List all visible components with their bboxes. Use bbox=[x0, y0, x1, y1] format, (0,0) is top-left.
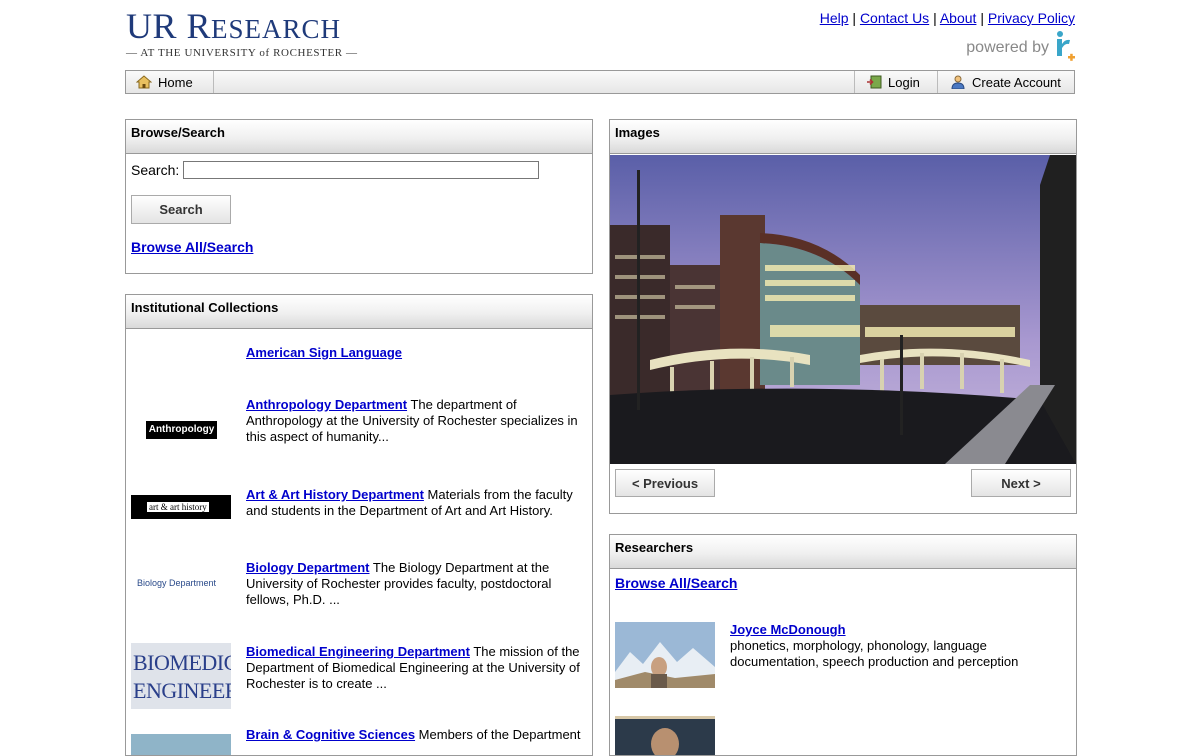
help-link[interactable]: Help bbox=[820, 10, 849, 26]
collection-link[interactable]: Biomedical Engineering Department bbox=[246, 644, 470, 659]
powered-by: powered by bbox=[966, 30, 1075, 66]
about-link[interactable]: About bbox=[940, 10, 977, 26]
researcher-desc: phonetics, morphology, phonology, langua… bbox=[730, 638, 1019, 669]
home-button[interactable]: Home bbox=[136, 71, 214, 93]
previous-button[interactable]: < Previous bbox=[615, 469, 715, 497]
logo-title: UR RESEARCH bbox=[126, 6, 342, 46]
collection-link[interactable]: Anthropology Department bbox=[246, 397, 407, 412]
top-links: Help | Contact Us | About | Privacy Poli… bbox=[819, 10, 1075, 26]
home-icon bbox=[136, 75, 152, 89]
collection-thumbnail[interactable] bbox=[131, 734, 231, 755]
art-thumb-text: art & art history bbox=[147, 502, 209, 512]
biomedical-thumb-text: BIOMEDICAL ENGINEERING bbox=[133, 650, 231, 703]
search-input[interactable] bbox=[183, 161, 540, 179]
images-panel: Images < Previous Next > bbox=[609, 119, 1077, 514]
collection-link[interactable]: Art & Art History Department bbox=[246, 487, 424, 502]
user-icon bbox=[951, 75, 965, 89]
privacy-policy-link[interactable]: Privacy Policy bbox=[988, 10, 1075, 26]
researcher-name-link[interactable]: Joyce McDonough bbox=[730, 622, 846, 637]
collection-link[interactable]: American Sign Language bbox=[246, 345, 402, 360]
institutional-collections-panel: Institutional Collections American Sign … bbox=[125, 294, 593, 756]
irplus-logo-icon bbox=[1057, 31, 1075, 61]
create-account-label: Create Account bbox=[972, 74, 1061, 90]
collection-thumbnail[interactable]: Biology Department bbox=[131, 576, 231, 594]
contact-us-link[interactable]: Contact Us bbox=[860, 10, 929, 26]
researchers-title: Researchers bbox=[610, 535, 1076, 569]
researchers-browse-all-link[interactable]: Browse All/Search bbox=[615, 575, 737, 591]
login-button[interactable]: Login bbox=[854, 71, 938, 93]
search-label: Search: bbox=[131, 162, 180, 178]
biology-thumb-text: Biology Department bbox=[137, 578, 217, 588]
login-label: Login bbox=[888, 74, 920, 90]
search-row: Search: bbox=[131, 161, 540, 179]
browse-search-title: Browse/Search bbox=[126, 120, 592, 154]
collection-thumbnail[interactable]: BIOMEDICAL ENGINEERING bbox=[131, 643, 231, 709]
nav-bar: Home Login Create Account bbox=[125, 70, 1075, 94]
ur-research-logo[interactable]: UR RESEARCH — AT THE UNIVERSITY of ROCHE… bbox=[126, 6, 358, 59]
home-label: Home bbox=[158, 74, 193, 90]
collection-thumbnail[interactable]: art & art history bbox=[131, 495, 231, 519]
anthropology-thumb-text: Anthropology bbox=[148, 424, 215, 435]
browse-all-link[interactable]: Browse All/Search bbox=[131, 239, 253, 255]
images-title: Images bbox=[610, 120, 1076, 154]
create-account-button[interactable]: Create Account bbox=[937, 71, 1075, 93]
browse-search-panel: Browse/Search Search: Search Browse All/… bbox=[125, 119, 593, 274]
logo-subtitle: — AT THE UNIVERSITY of ROCHESTER — bbox=[126, 47, 358, 59]
researchers-panel: Researchers Browse All/Search Joyce McDo… bbox=[609, 534, 1077, 756]
researcher-photo[interactable] bbox=[615, 622, 715, 688]
collection-thumbnail[interactable]: Anthropology bbox=[131, 419, 231, 441]
next-button[interactable]: Next > bbox=[971, 469, 1071, 497]
researcher-photo[interactable] bbox=[615, 716, 715, 756]
login-icon bbox=[867, 75, 882, 89]
search-button[interactable]: Search bbox=[131, 195, 231, 224]
building-photo[interactable] bbox=[610, 155, 1076, 464]
powered-by-label: powered by bbox=[966, 39, 1049, 56]
collections-title: Institutional Collections bbox=[126, 295, 592, 329]
collection-link[interactable]: Biology Department bbox=[246, 560, 370, 575]
